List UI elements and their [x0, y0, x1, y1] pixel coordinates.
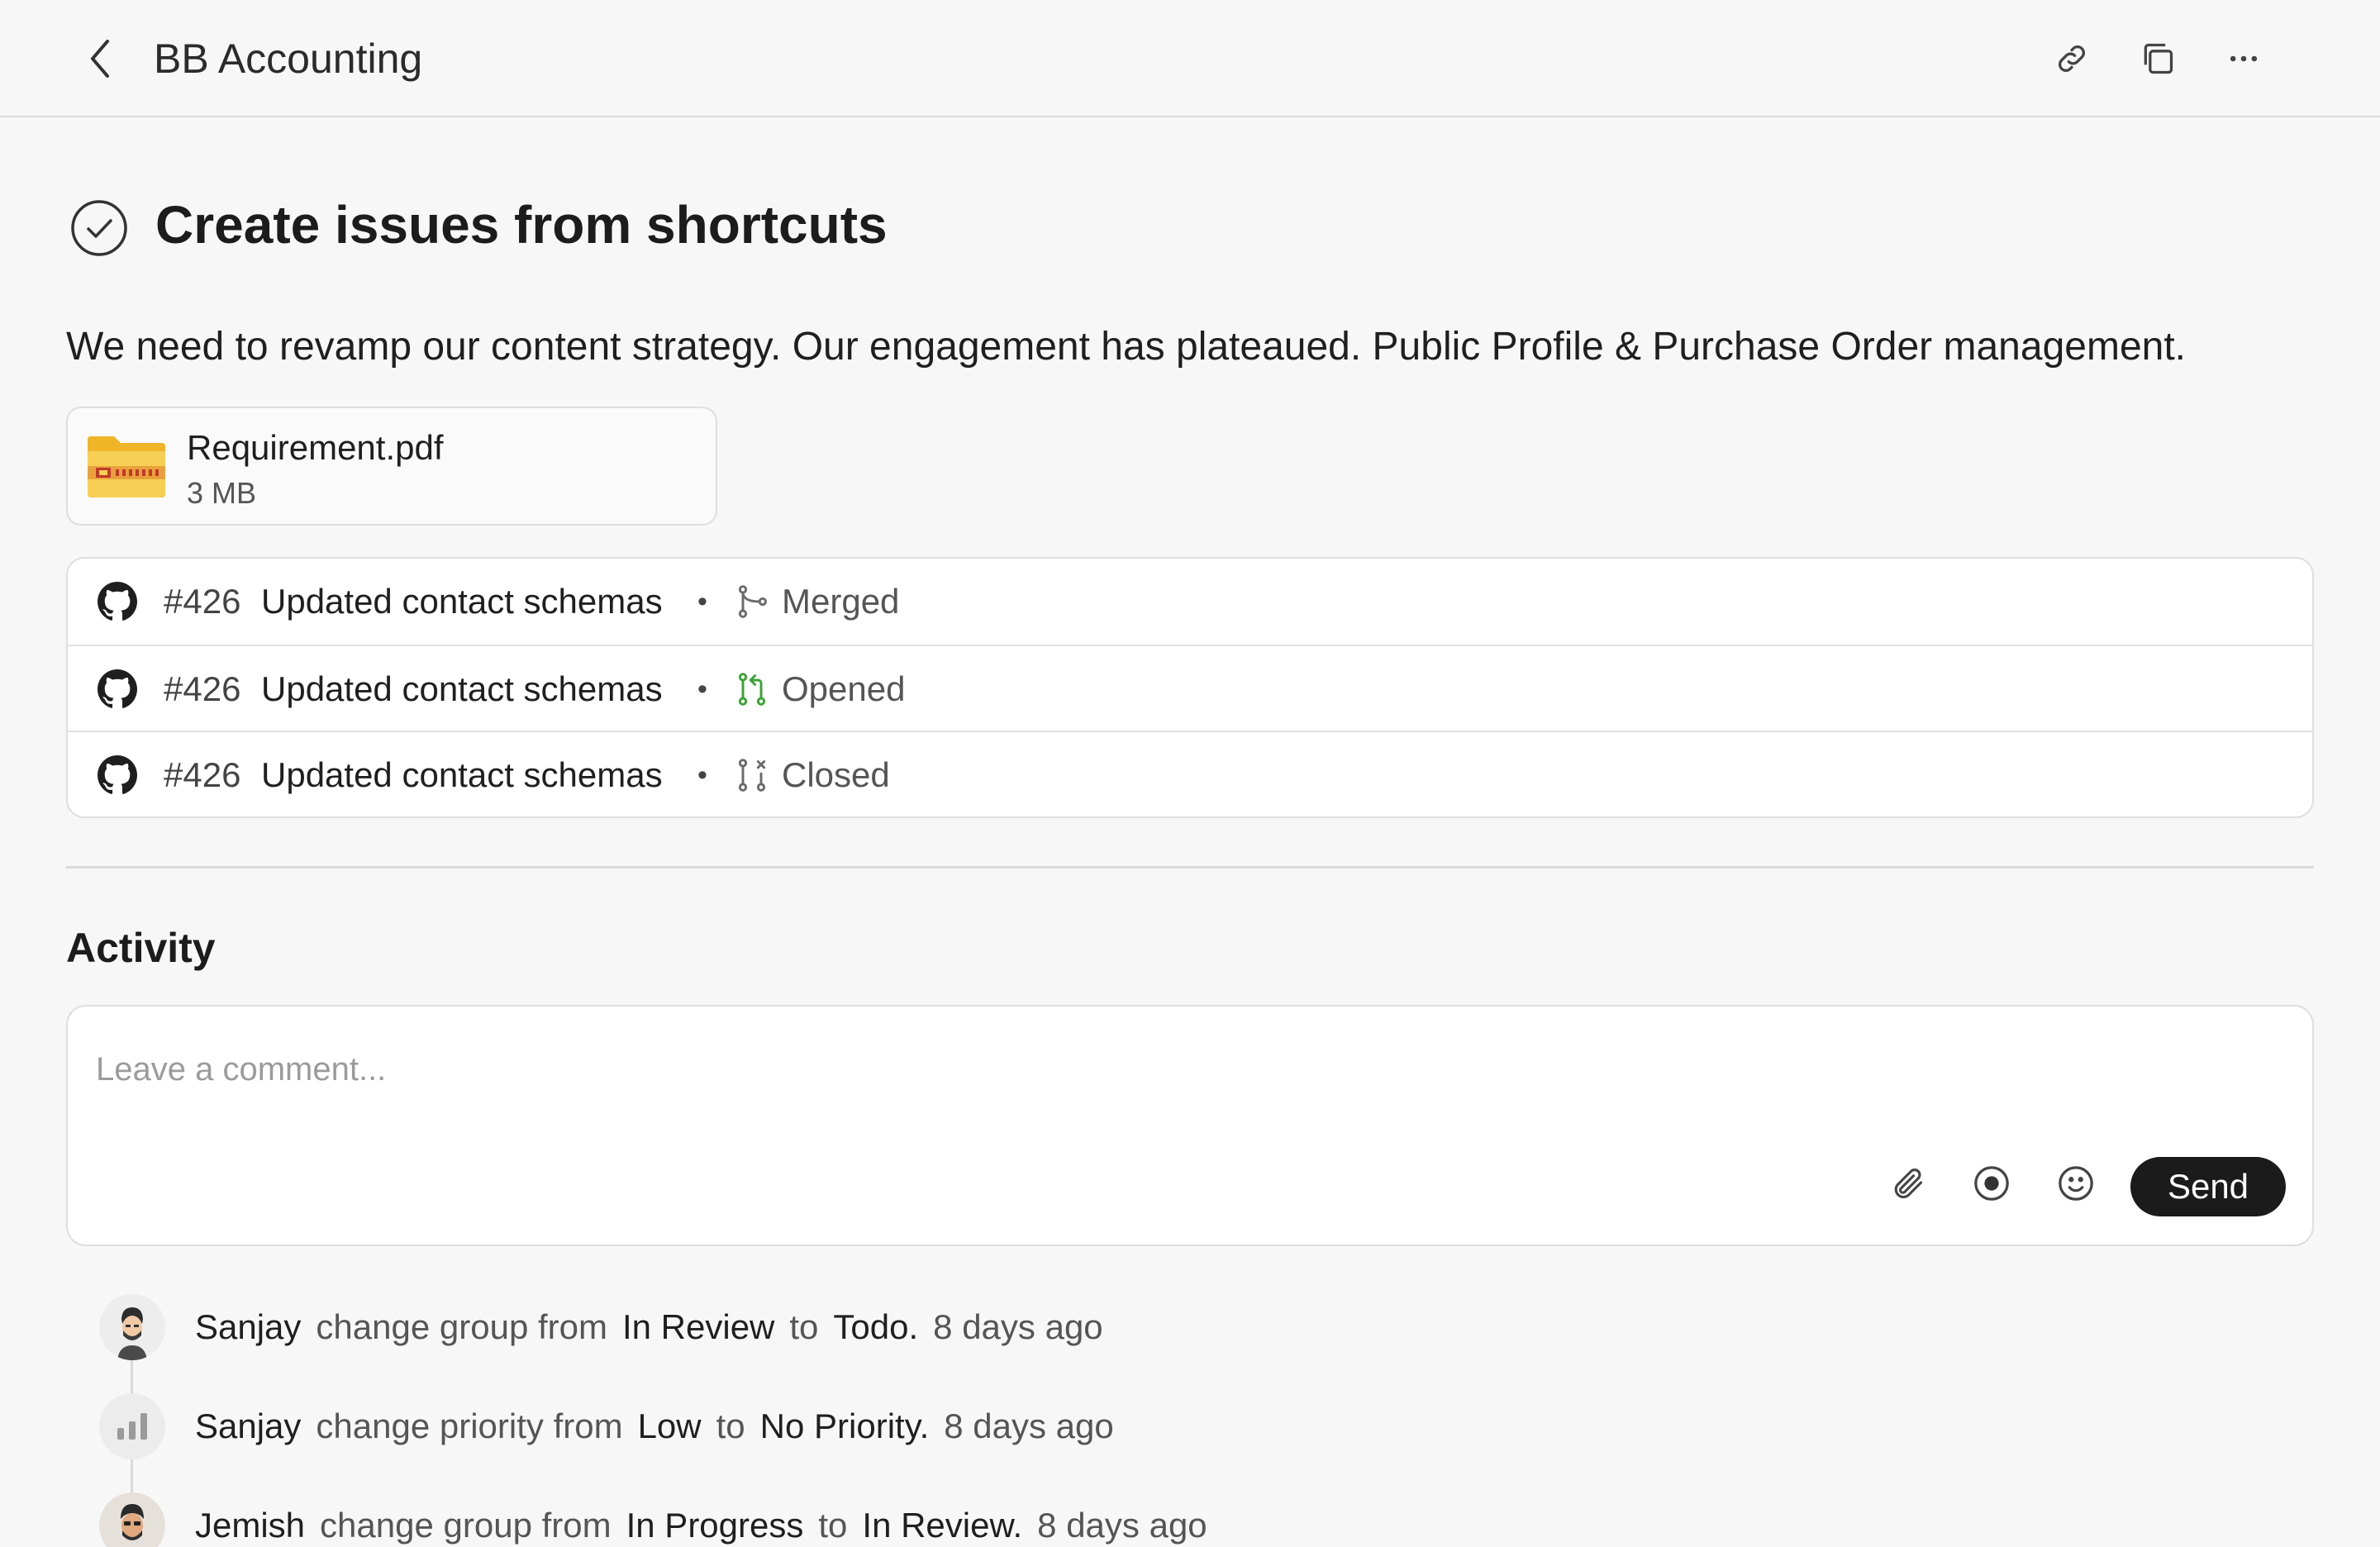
activity-heading: Activity — [66, 925, 216, 971]
record-icon — [1974, 1166, 2009, 1201]
activity-action: change group from — [320, 1506, 612, 1545]
activity-text: Jemish change group from In Progress to In R… — [195, 1501, 1222, 1547]
activity-user[interactable]: Sanjay — [195, 1407, 301, 1445]
copy-link-button[interactable] — [2049, 36, 2094, 81]
pr-number: #426 — [164, 582, 241, 621]
attachment-size: 3 MB — [187, 476, 257, 510]
issue-title[interactable]: Create issues from shortcuts — [155, 192, 888, 258]
issue-description[interactable]: We need to revamp our content strategy. … — [66, 321, 2186, 374]
activity-time: 8 days ago — [1037, 1506, 1207, 1545]
avatar[interactable] — [99, 1294, 165, 1360]
activity-user[interactable]: Sanjay — [195, 1307, 301, 1346]
activity-to: Todo. — [833, 1307, 919, 1346]
pull-request-list: #426 Updated contact schemas • Merged #4… — [66, 557, 2314, 818]
activity-time: 8 days ago — [933, 1307, 1103, 1346]
pr-number: #426 — [164, 755, 241, 794]
activity-action: change priority from — [316, 1407, 623, 1445]
pr-status: Merged — [782, 582, 900, 621]
git-pull-request-closed-icon — [738, 759, 766, 792]
pr-status: Opened — [782, 669, 906, 708]
copy-icon — [2144, 43, 2173, 74]
github-icon — [98, 582, 137, 621]
pr-title: Updated contact schemas — [261, 582, 663, 621]
pr-title: Updated contact schemas — [261, 755, 663, 794]
activity-to-word: to — [789, 1307, 819, 1346]
github-icon — [98, 669, 137, 708]
avatar[interactable] — [99, 1492, 165, 1547]
pull-request-row[interactable]: #426 Updated contact schemas • Merged — [68, 559, 2312, 645]
pr-status: Closed — [782, 755, 890, 794]
user-avatar-icon — [99, 1492, 165, 1547]
attachment-card[interactable]: Requirement.pdf 3 MB — [66, 407, 717, 526]
send-button[interactable]: Send — [2130, 1157, 2286, 1216]
separator-dot: • — [697, 586, 707, 617]
separator-dot: • — [697, 674, 707, 705]
duplicate-button[interactable] — [2135, 36, 2180, 81]
page-title: BB Accounting — [154, 36, 423, 82]
activity-to-word: to — [818, 1506, 848, 1545]
priority-bars-icon — [99, 1393, 165, 1459]
pr-title: Updated contact schemas — [261, 669, 663, 708]
user-avatar-icon — [99, 1294, 165, 1360]
more-horizontal-icon — [2230, 55, 2258, 62]
separator-dot: • — [697, 759, 707, 791]
activity-text: Sanjay change group from In Review to Todo. 8… — [195, 1302, 1118, 1352]
activity-action: change group from — [316, 1307, 607, 1346]
top-bar: BB Accounting — [0, 0, 2380, 117]
paperclip-icon — [1894, 1169, 1923, 1198]
pr-number: #426 — [164, 669, 241, 708]
comment-input[interactable] — [96, 1036, 1914, 1102]
priority-badge — [99, 1393, 165, 1459]
pull-request-row[interactable]: #426 Updated contact schemas • Opened — [68, 645, 2312, 731]
activity-from: Low — [637, 1407, 702, 1445]
activity-text: Sanjay change priority from Low to No Priori… — [195, 1402, 1129, 1451]
activity-user[interactable]: Jemish — [195, 1506, 305, 1545]
git-pull-request-icon — [738, 673, 766, 706]
attach-file-button[interactable] — [1883, 1159, 1932, 1208]
chevron-left-icon — [91, 40, 109, 78]
attachment-name: Requirement.pdf — [187, 428, 444, 467]
back-button[interactable] — [79, 36, 121, 81]
smile-icon — [2059, 1166, 2093, 1201]
link-icon — [2059, 45, 2085, 72]
activity-time: 8 days ago — [944, 1407, 1114, 1445]
activity-to: In Review. — [862, 1506, 1023, 1545]
issue-status-toggle[interactable] — [69, 195, 129, 261]
section-divider — [66, 866, 2314, 869]
more-options-button[interactable] — [2221, 36, 2266, 81]
activity-to: No Priority. — [759, 1407, 930, 1445]
activity-from: In Progress — [626, 1506, 804, 1545]
comment-composer: Send — [66, 1005, 2314, 1246]
github-icon — [98, 755, 137, 794]
emoji-button[interactable] — [2051, 1159, 2101, 1208]
pull-request-row[interactable]: #426 Updated contact schemas • Closed — [68, 731, 2312, 816]
activity-from: In Review — [621, 1307, 775, 1346]
check-circle-icon — [71, 200, 127, 256]
git-merge-icon — [738, 585, 767, 618]
record-button[interactable] — [1967, 1159, 2016, 1208]
activity-to-word: to — [716, 1407, 745, 1445]
zip-folder-icon — [88, 436, 165, 497]
